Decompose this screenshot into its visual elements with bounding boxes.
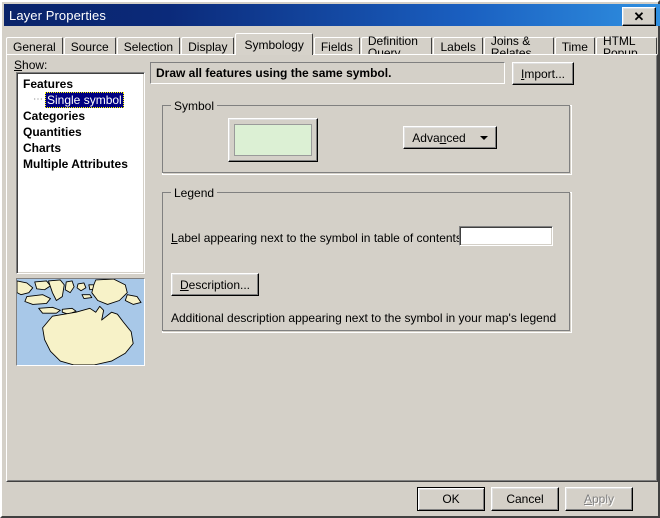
description-button[interactable]: Description... [171,273,259,296]
tree-connector-icon: ⋯ [33,94,43,105]
show-item-multiple-attributes[interactable]: Multiple Attributes [17,156,144,172]
tab-labels[interactable]: Labels [433,37,483,55]
symbology-type-list[interactable]: Features ⋯ Single symbol Categories Quantiti… [16,72,145,274]
advanced-dropdown-button[interactable]: Advanced [403,126,497,149]
import-button[interactable]: Import... [512,62,574,85]
tab-time[interactable]: Time [554,37,595,55]
show-item-label: Quantities [23,125,82,139]
show-item-charts[interactable]: Charts [17,140,144,156]
legend-description-note: Additional description appearing next to… [171,311,557,325]
show-label: Show: [14,58,48,72]
tab-display[interactable]: Display [181,37,235,55]
show-item-label: Charts [23,141,62,155]
legend-label-input[interactable] [459,226,553,246]
apply-button: Apply [565,487,633,511]
renderer-description-box: Draw all features using the same symbol. [150,62,505,84]
legend-label-caption: Label appearing next to the symbol in ta… [171,231,466,245]
symbol-group: Symbol Advanced [162,99,572,175]
tab-joins-relates[interactable]: Joins & Relates [483,35,554,59]
show-item-single-symbol[interactable]: ⋯ Single symbol [17,92,144,108]
map-preview-thumbnail [16,278,145,366]
tab-source[interactable]: Source [63,37,116,55]
show-item-label: Features [23,77,74,91]
show-item-features[interactable]: Features [17,76,144,92]
show-item-label: Categories [23,109,86,123]
tab-strip: General Source Selection Display Symbology Fi… [6,33,658,59]
title-bar[interactable]: Layer Properties ✕ [4,4,660,26]
advanced-button-label: Advanced [412,130,466,145]
tab-general[interactable]: General [6,37,63,55]
show-item-label: Multiple Attributes [23,157,128,171]
tab-symbology[interactable]: Symbology [235,33,313,55]
layer-properties-dialog: Layer Properties ✕ General Source Selectio… [0,0,660,518]
renderer-description-text: Draw all features using the same symbol. [156,66,392,80]
tab-fields[interactable]: Fields [313,37,360,55]
chevron-down-icon [479,135,488,140]
cancel-button[interactable]: Cancel [491,487,559,511]
tab-selection[interactable]: Selection [116,37,181,55]
show-item-quantities[interactable]: Quantities [17,124,144,140]
tab-definition-query[interactable]: Definition Query [360,35,433,59]
show-item-label: Single symbol [45,92,124,108]
close-icon[interactable]: ✕ [622,7,656,26]
legend-group: Legend Label appearing next to the symbo… [162,186,572,333]
symbol-swatch-fill [234,124,312,156]
tab-html-popup[interactable]: HTML Popup [595,35,657,59]
symbol-swatch-button[interactable] [228,118,318,162]
ok-button[interactable]: OK [417,487,485,511]
window-title: Layer Properties [9,7,106,23]
map-preview-image [17,279,144,365]
symbol-group-title: Symbol [171,99,218,113]
legend-group-title: Legend [171,186,218,200]
show-item-categories[interactable]: Categories [17,108,144,124]
